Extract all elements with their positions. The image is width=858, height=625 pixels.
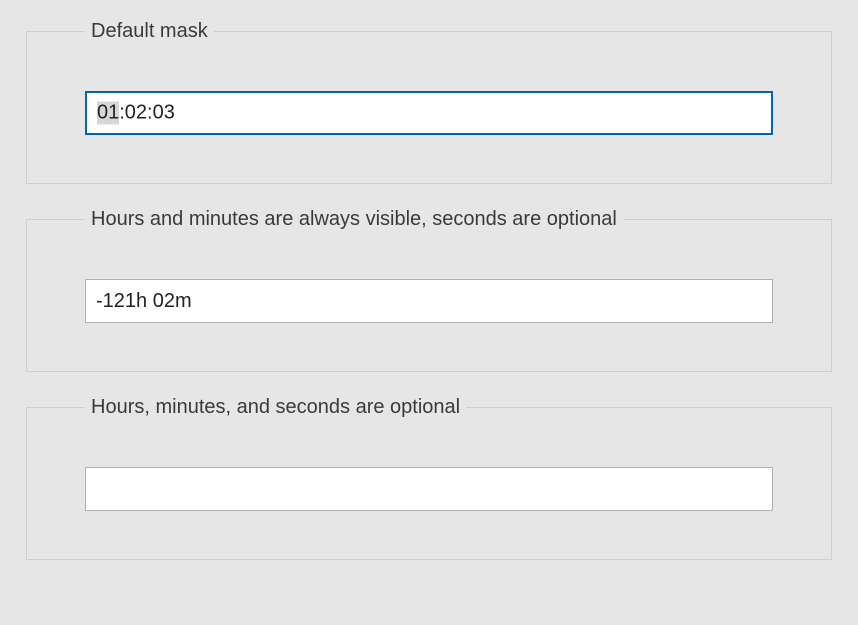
- input-wrap-default-mask: 01:02:03: [85, 91, 773, 135]
- input-wrap-hours-minutes-visible: [85, 279, 773, 323]
- timespan-input-hours-minutes-visible[interactable]: [85, 279, 773, 323]
- input-wrap-all-optional: [85, 467, 773, 511]
- group-hours-minutes-visible: Hours and minutes are always visible, se…: [26, 208, 832, 372]
- group-all-optional: Hours, minutes, and seconds are optional: [26, 396, 832, 560]
- timespan-input-default-mask[interactable]: [85, 91, 773, 135]
- legend-default-mask: Default mask: [85, 20, 214, 43]
- group-default-mask: Default mask 01:02:03: [26, 20, 832, 184]
- legend-all-optional: Hours, minutes, and seconds are optional: [85, 396, 466, 419]
- legend-hours-minutes-visible: Hours and minutes are always visible, se…: [85, 208, 623, 231]
- timespan-input-all-optional[interactable]: [85, 467, 773, 511]
